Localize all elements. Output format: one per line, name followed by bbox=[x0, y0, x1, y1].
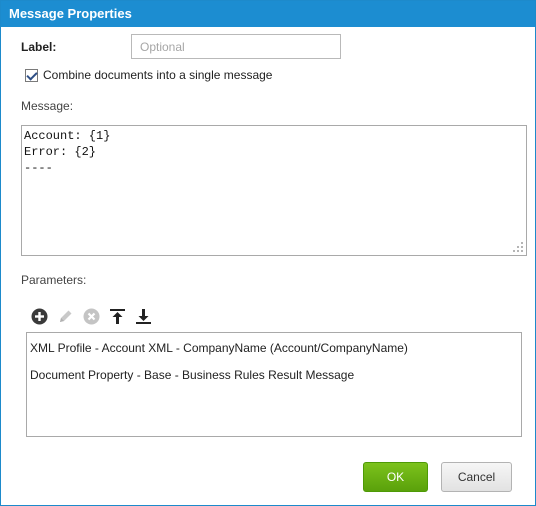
edit-icon[interactable] bbox=[55, 306, 75, 326]
move-up-icon[interactable] bbox=[107, 306, 127, 326]
dialog-title: Message Properties bbox=[9, 6, 132, 21]
list-item[interactable]: Document Property - Base - Business Rule… bbox=[30, 368, 354, 382]
delete-icon[interactable] bbox=[81, 306, 101, 326]
message-textarea[interactable] bbox=[21, 125, 527, 256]
parameters-label: Parameters: bbox=[21, 273, 87, 287]
list-item[interactable]: XML Profile - Account XML - CompanyName … bbox=[30, 341, 408, 355]
combine-documents-checkbox[interactable] bbox=[25, 68, 38, 82]
combine-documents-label[interactable]: Combine documents into a single message bbox=[43, 68, 272, 82]
dialog-titlebar[interactable]: Message Properties bbox=[1, 1, 535, 27]
combine-documents-option[interactable]: Combine documents into a single message bbox=[25, 68, 272, 82]
ok-button[interactable]: OK bbox=[363, 462, 428, 492]
label-input[interactable] bbox=[131, 34, 341, 59]
add-icon[interactable] bbox=[29, 306, 49, 326]
parameters-list[interactable]: XML Profile - Account XML - CompanyName … bbox=[26, 332, 522, 437]
cancel-button[interactable]: Cancel bbox=[441, 462, 512, 492]
move-down-icon[interactable] bbox=[133, 306, 153, 326]
label-field-label: Label: bbox=[21, 40, 57, 54]
message-label: Message: bbox=[21, 99, 74, 113]
resize-grip-icon[interactable] bbox=[513, 242, 525, 254]
message-properties-dialog: Message Properties Label: Combine docume… bbox=[0, 0, 536, 506]
